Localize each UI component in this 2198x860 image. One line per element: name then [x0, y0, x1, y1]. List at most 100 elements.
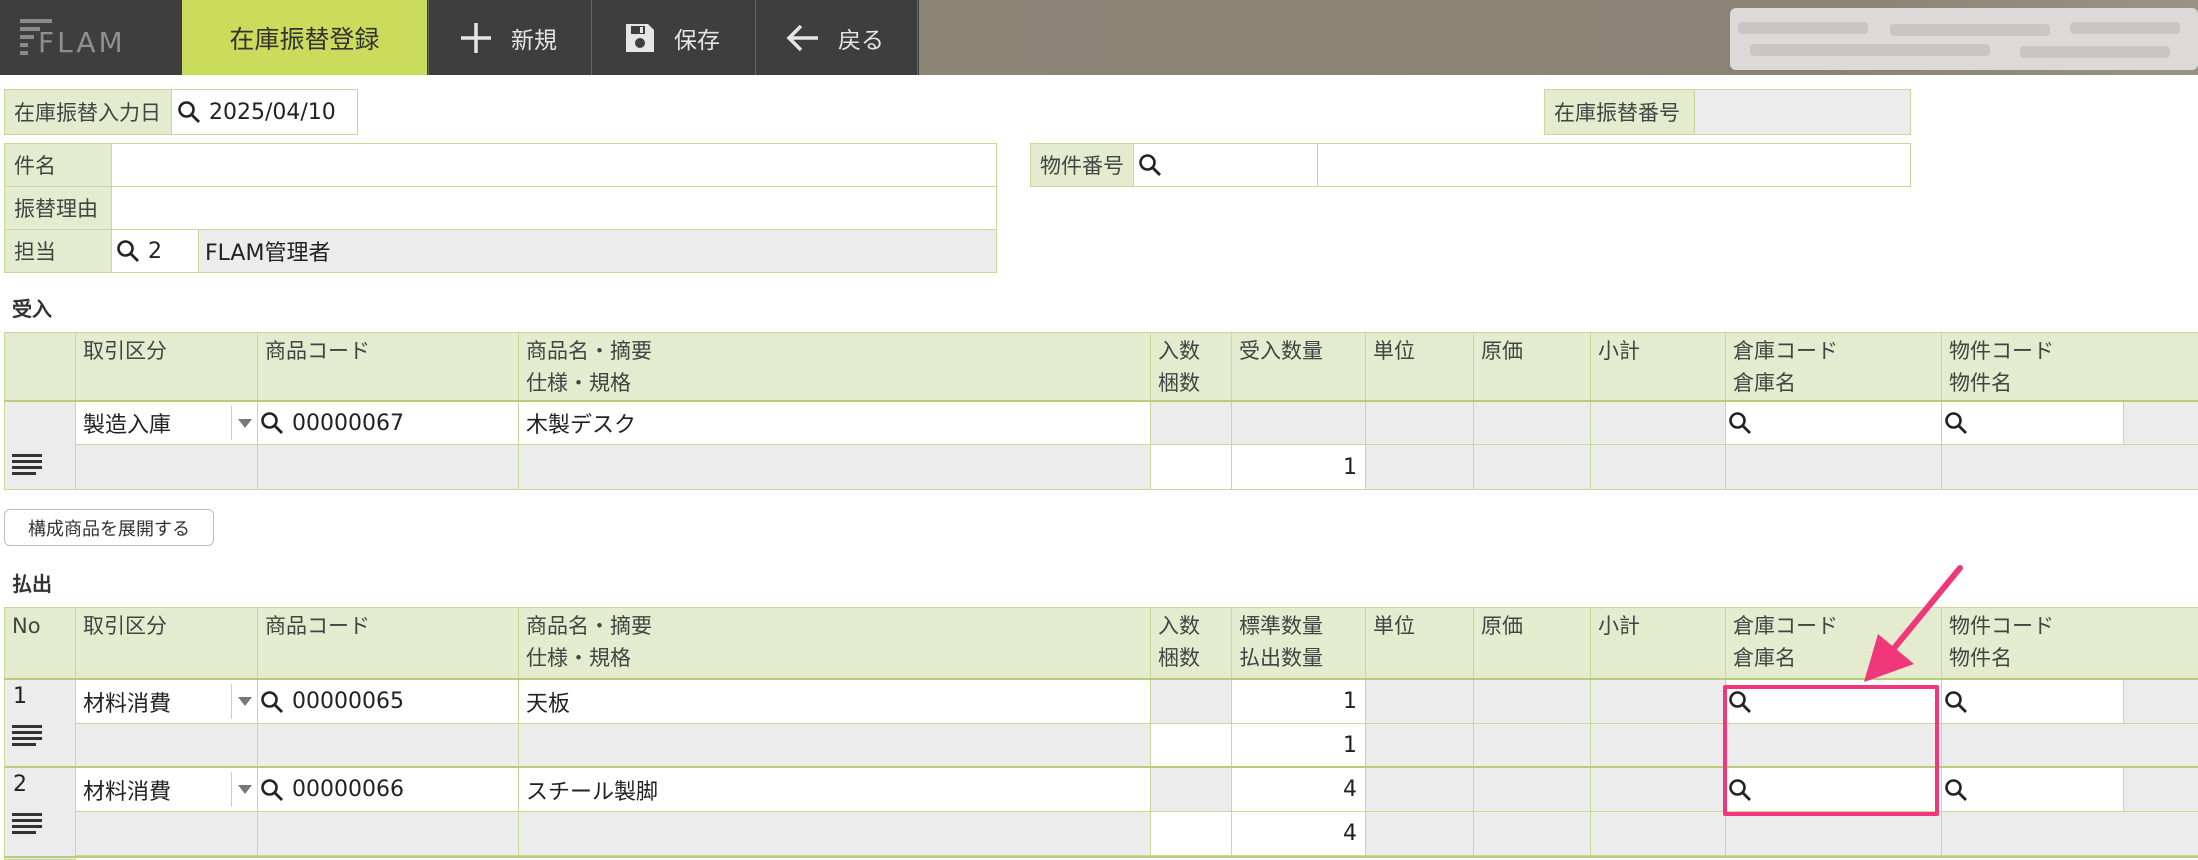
receipt-section-title: 受入 — [12, 297, 52, 321]
issue-subtotal-cell — [1591, 768, 1726, 812]
flam-logo: FLAM — [0, 0, 180, 75]
expand-components-button[interactable]: 構成商品を展開する — [4, 509, 214, 546]
header-qty: 入数 梱数 — [1151, 608, 1232, 678]
receipt-count-input[interactable]: 1 — [1232, 445, 1366, 490]
issue-pack-input[interactable] — [1151, 812, 1232, 856]
property-name-field[interactable] — [1318, 144, 1910, 186]
receipt-row2-cell — [1366, 445, 1474, 490]
search-icon[interactable] — [260, 778, 284, 802]
issue-unit-cell — [1366, 680, 1474, 724]
receipt-pack-input[interactable] — [1151, 445, 1232, 490]
search-icon[interactable] — [1944, 411, 1968, 435]
header-no: No — [4, 608, 76, 678]
header-qty: 入数 梱数 — [1151, 333, 1232, 400]
receipt-code-field[interactable]: 00000067 — [258, 402, 519, 445]
receipt-kind-select[interactable]: 製造入庫 — [76, 402, 258, 445]
date-label: 在庫振替入力日 — [5, 90, 171, 134]
issue-kind-select[interactable]: 材料消費 — [76, 680, 258, 724]
issue-filler-cell — [2124, 768, 2198, 812]
issue-kind-value: 材料消費 — [83, 691, 172, 717]
search-icon[interactable] — [1728, 411, 1752, 435]
issue-code-value: 00000065 — [292, 689, 404, 714]
header-subtotal: 小計 — [1591, 608, 1726, 678]
issue-pack-input[interactable] — [1151, 724, 1232, 768]
property-code-field[interactable] — [1134, 144, 1317, 186]
header-name: 商品名・摘要 仕様・規格 — [519, 608, 1151, 678]
issue-std-count[interactable]: 4 — [1232, 768, 1366, 812]
receipt-property-code-field[interactable] — [1942, 402, 2124, 445]
header-code: 商品コード — [258, 608, 519, 678]
issue-row2-cell — [1591, 812, 1726, 856]
date-value: 2025/04/10 — [209, 99, 336, 125]
issue-row2-cell — [1591, 724, 1726, 768]
issue-out-count[interactable]: 4 — [1232, 812, 1366, 856]
header-unit: 単位 — [1366, 333, 1474, 400]
save-icon — [626, 23, 654, 52]
issue-row-no[interactable]: 2 — [4, 768, 76, 860]
dropdown-arrow-icon[interactable] — [231, 772, 257, 807]
issue-cost-cell — [1474, 680, 1591, 724]
receipt-name-field[interactable]: 木製デスク — [519, 402, 1151, 445]
search-icon[interactable] — [260, 690, 284, 714]
issue-row-no-value: 2 — [13, 772, 27, 797]
toolbar: FLAM 在庫振替登録 新規 保存 戻る — [0, 0, 2198, 75]
issue-property-name — [1942, 812, 2198, 856]
issue-property-code-field[interactable] — [1942, 768, 2124, 812]
dropdown-arrow-icon[interactable] — [231, 684, 257, 719]
new-button[interactable]: 新規 — [428, 0, 590, 75]
date-field[interactable]: 2025/04/10 — [172, 90, 357, 134]
header-subtotal: 小計 — [1591, 333, 1726, 400]
drag-handle-icon[interactable] — [12, 454, 42, 476]
search-icon[interactable] — [177, 100, 201, 124]
drag-handle-icon[interactable] — [12, 725, 42, 747]
drag-handle-icon[interactable] — [12, 813, 42, 835]
issue-std-count[interactable]: 1 — [1232, 680, 1366, 724]
issue-name-field[interactable]: 天板 — [519, 680, 1151, 724]
issue-name-field[interactable]: スチール製脚 — [519, 768, 1151, 812]
receipt-warehouse-name — [1726, 445, 1942, 490]
issue-out-count[interactable]: 1 — [1232, 724, 1366, 768]
issue-code-value: 00000066 — [292, 777, 404, 802]
receipt-row-handle[interactable] — [4, 402, 76, 490]
dropdown-arrow-icon[interactable] — [231, 406, 257, 440]
receipt-warehouse-code-field[interactable] — [1726, 402, 1942, 445]
person-code-field[interactable]: 2 — [112, 230, 198, 272]
person-label: 担当 — [5, 230, 111, 272]
issue-row2-cell — [76, 812, 258, 856]
issue-subtotal-cell — [1591, 680, 1726, 724]
issue-row-no[interactable]: 1 — [4, 680, 76, 768]
issue-code-field[interactable]: 00000065 — [258, 680, 519, 724]
back-button[interactable]: 戻る — [755, 0, 918, 75]
receipt-empty-cell — [1232, 402, 1366, 445]
back-button-label: 戻る — [838, 27, 884, 54]
issue-kind-select[interactable]: 材料消費 — [76, 768, 258, 812]
reason-label: 振替理由 — [5, 187, 111, 229]
search-icon[interactable] — [1944, 778, 1968, 802]
receipt-grid-header: 取引区分 商品コード 商品名・摘要 仕様・規格 入数 梱数 受入数量 単位 原価 小… — [4, 332, 2198, 402]
search-icon[interactable] — [1138, 153, 1162, 177]
header-kind: 取引区分 — [76, 608, 258, 678]
header-cost: 原価 — [1474, 333, 1591, 400]
search-icon[interactable] — [116, 239, 140, 263]
search-icon[interactable] — [1944, 690, 1968, 714]
issue-qty-cell — [1151, 768, 1232, 812]
header-property: 物件コード 物件名 — [1949, 339, 2054, 395]
receipt-row2-cell — [258, 445, 519, 490]
subject-input[interactable] — [112, 144, 996, 186]
receipt-spec-field — [519, 445, 1151, 490]
issue-code-field[interactable]: 00000066 — [258, 768, 519, 812]
receipt-filler-cell — [2124, 402, 2198, 445]
plus-icon — [461, 22, 491, 53]
header-property: 物件コード 物件名 — [1949, 614, 2054, 670]
save-button[interactable]: 保存 — [591, 0, 754, 75]
issue-cost-cell — [1474, 768, 1591, 812]
save-button-label: 保存 — [674, 27, 720, 54]
reason-input[interactable] — [112, 187, 996, 229]
issue-row2-cell — [1474, 812, 1591, 856]
header-receipt-count: 受入数量 — [1232, 333, 1366, 400]
issue-property-name — [1942, 724, 2198, 768]
tab-stock-transfer-entry[interactable]: 在庫振替登録 — [182, 0, 427, 75]
search-icon[interactable] — [260, 411, 284, 435]
issue-kind-value: 材料消費 — [83, 779, 172, 805]
header-unit: 単位 — [1366, 608, 1474, 678]
